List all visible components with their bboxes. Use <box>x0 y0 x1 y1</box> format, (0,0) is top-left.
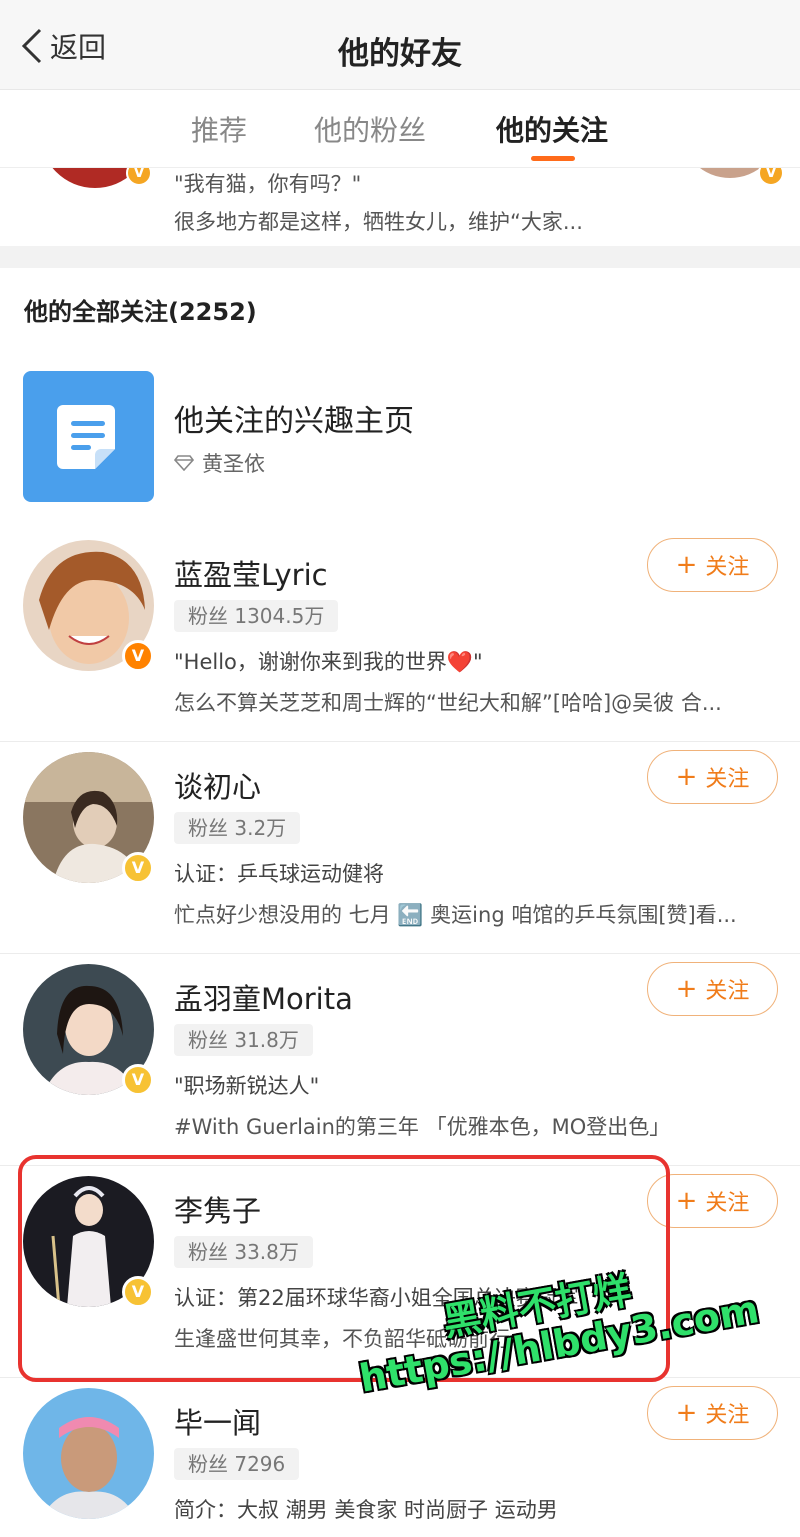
tab-active-indicator <box>531 156 575 161</box>
latest-post: 怎么不算关芝芝和周士辉的“世纪大和解”[哈哈]@吴彼 合... <box>174 691 722 715</box>
verified-badge-icon: V <box>122 640 154 672</box>
user-description: 简介：大叔 潮男 美食家 时尚厨子 运动男 <box>174 1498 558 1522</box>
list-item[interactable]: V 蓝盈莹Lyric 粉丝 1304.5万 "Hello，谢谢你来到我的世界❤️… <box>0 530 800 742</box>
fans-count: 粉丝 1304.5万 <box>174 600 339 632</box>
user-description: 认证：乒乓球运动健将 <box>174 862 384 886</box>
interest-subtitle: 黄圣依 <box>174 448 265 478</box>
tab-recommend[interactable]: 推荐 <box>191 109 247 149</box>
page-title: 他的好友 <box>338 36 462 72</box>
fans-count: 粉丝 31.8万 <box>174 1024 313 1056</box>
tab-fans[interactable]: 他的粉丝 <box>314 109 426 149</box>
plus-icon: + <box>675 974 698 1004</box>
user-name[interactable]: 孟羽童Morita <box>174 976 353 1018</box>
interest-title: 他关注的兴趣主页 <box>174 404 414 439</box>
follow-button[interactable]: + 关注 <box>647 538 778 592</box>
interest-page-entry[interactable]: 他关注的兴趣主页 黄圣依 <box>0 350 800 520</box>
fans-count: 粉丝 7296 <box>174 1448 300 1480</box>
plus-icon: + <box>675 1186 698 1216</box>
tab-following[interactable]: 他的关注 <box>496 109 608 149</box>
user-name[interactable]: 蓝盈莹Lyric <box>174 552 328 594</box>
verified-badge-icon: V <box>122 1064 154 1096</box>
list-item[interactable]: V 谈初心 粉丝 3.2万 认证：乒乓球运动健将 忙点好少想没用的 七月 🔚 奥… <box>0 741 800 953</box>
user-name[interactable]: 毕一闻 <box>174 1400 261 1442</box>
fans-count: 粉丝 3.2万 <box>174 812 301 844</box>
recommend-quote: "我有猫，你有吗？" <box>174 172 362 196</box>
nav-bar: 返回 他的好友 <box>0 0 800 90</box>
verified-badge-icon: V <box>122 852 154 884</box>
follow-button[interactable]: + 关注 <box>647 750 778 804</box>
list-item[interactable]: V 孟羽童Morita 粉丝 31.8万 "职场新锐达人" #With Guer… <box>0 953 800 1165</box>
section-divider <box>0 246 800 268</box>
plus-icon: + <box>675 550 698 580</box>
plus-icon: + <box>675 762 698 792</box>
tab-bar: 推荐 他的粉丝 他的关注 <box>0 91 800 168</box>
following-count-title: 他的全部关注(2252) <box>24 298 257 326</box>
plus-icon: + <box>675 1398 698 1428</box>
avatar[interactable] <box>23 1388 154 1519</box>
diamond-icon <box>174 455 194 471</box>
user-name[interactable]: 谈初心 <box>174 764 261 806</box>
verified-badge-icon: V <box>758 168 784 186</box>
recommend-desc: 很多地方都是这样，牺牲女儿，维护“大家... <box>174 210 583 234</box>
follow-button[interactable]: + 关注 <box>647 962 778 1016</box>
user-description: "Hello，谢谢你来到我的世界❤️" <box>174 650 483 674</box>
latest-post: #With Guerlain的第三年 「优雅本色，MO登出色」 <box>174 1115 671 1139</box>
follow-button[interactable]: + 关注 <box>647 1386 778 1440</box>
document-icon <box>23 371 154 502</box>
latest-post: 忙点好少想没用的 七月 🔚 奥运ing 咱馆的乒乓氛围[赞]看... <box>174 903 737 927</box>
recommend-card-partial: V V "我有猫，你有吗？" 很多地方都是这样，牺牲女儿，维护“大家... <box>0 168 800 246</box>
user-description: "职场新锐达人" <box>174 1074 320 1098</box>
verified-badge-icon: V <box>126 168 152 186</box>
